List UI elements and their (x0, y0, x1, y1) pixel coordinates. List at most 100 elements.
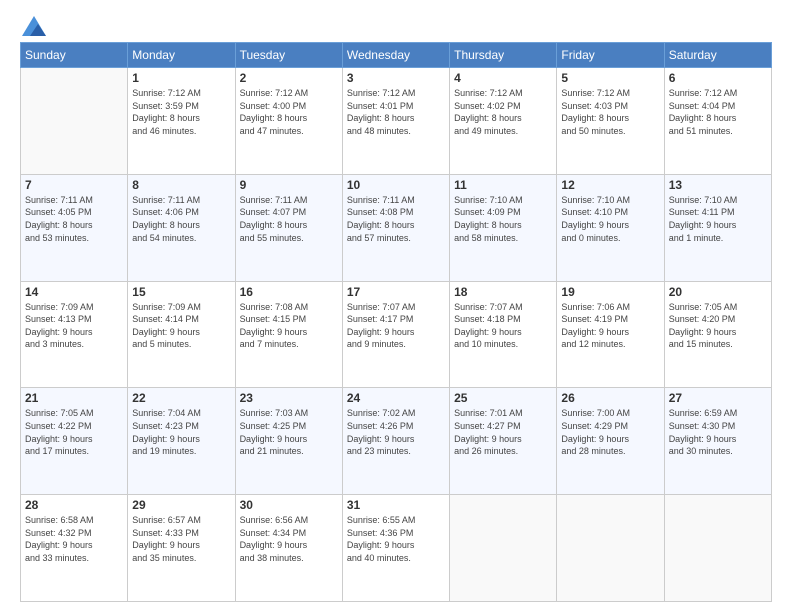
cell-day-number: 18 (454, 285, 552, 299)
calendar-week-4: 21 Sunrise: 7:05 AMSunset: 4:22 PMDayligh… (21, 388, 772, 495)
calendar-cell: 6 Sunrise: 7:12 AMSunset: 4:04 PMDaylight… (664, 68, 771, 175)
cell-info-text: Sunrise: 7:10 AMSunset: 4:10 PMDaylight:… (561, 194, 659, 244)
cell-info-text: Sunrise: 7:12 AMSunset: 4:04 PMDaylight:… (669, 87, 767, 137)
cell-info-text: Sunrise: 7:02 AMSunset: 4:26 PMDaylight:… (347, 407, 445, 457)
cell-day-number: 20 (669, 285, 767, 299)
calendar-cell: 2 Sunrise: 7:12 AMSunset: 4:00 PMDaylight… (235, 68, 342, 175)
cell-day-number: 22 (132, 391, 230, 405)
cell-day-number: 31 (347, 498, 445, 512)
calendar-cell: 15Sunrise: 7:09 AMSunset: 4:14 PMDayligh… (128, 281, 235, 388)
calendar-header-saturday: Saturday (664, 43, 771, 68)
cell-info-text: Sunrise: 7:10 AMSunset: 4:09 PMDaylight:… (454, 194, 552, 244)
cell-day-number: 28 (25, 498, 123, 512)
calendar-cell: 18Sunrise: 7:07 AMSunset: 4:18 PMDayligh… (450, 281, 557, 388)
cell-day-number: 7 (25, 178, 123, 192)
cell-day-number: 2 (240, 71, 338, 85)
cell-info-text: Sunrise: 6:59 AMSunset: 4:30 PMDaylight:… (669, 407, 767, 457)
calendar-cell (557, 495, 664, 602)
calendar-cell: 26 Sunrise: 7:00 AMSunset: 4:29 PMDayligh… (557, 388, 664, 495)
calendar-header-sunday: Sunday (21, 43, 128, 68)
cell-info-text: Sunrise: 7:10 AMSunset: 4:11 PMDaylight:… (669, 194, 767, 244)
calendar-header-monday: Monday (128, 43, 235, 68)
cell-day-number: 5 (561, 71, 659, 85)
calendar-week-3: 14 Sunrise: 7:09 AMSunset: 4:13 PMDayligh… (21, 281, 772, 388)
calendar-cell: 31 Sunrise: 6:55 AMSunset: 4:36 PMDayligh… (342, 495, 449, 602)
cell-day-number: 15 (132, 285, 230, 299)
cell-info-text: Sunrise: 6:55 AMSunset: 4:36 PMDaylight:… (347, 514, 445, 564)
calendar-cell: 14 Sunrise: 7:09 AMSunset: 4:13 PMDayligh… (21, 281, 128, 388)
calendar-cell (450, 495, 557, 602)
cell-info-text: Sunrise: 7:11 AMSunset: 4:08 PMDaylight:… (347, 194, 445, 244)
calendar-cell: 29 Sunrise: 6:57 AMSunset: 4:33 PMDayligh… (128, 495, 235, 602)
calendar-header-thursday: Thursday (450, 43, 557, 68)
cell-day-number: 3 (347, 71, 445, 85)
cell-day-number: 23 (240, 391, 338, 405)
cell-day-number: 26 (561, 391, 659, 405)
cell-info-text: Sunrise: 7:12 AMSunset: 4:01 PMDaylight:… (347, 87, 445, 137)
header (20, 16, 772, 32)
cell-day-number: 25 (454, 391, 552, 405)
calendar-cell: 25 Sunrise: 7:01 AMSunset: 4:27 PMDayligh… (450, 388, 557, 495)
cell-info-text: Sunrise: 7:08 AMSunset: 4:15 PMDaylight:… (240, 301, 338, 351)
calendar-cell: 28 Sunrise: 6:58 AMSunset: 4:32 PMDayligh… (21, 495, 128, 602)
calendar-week-2: 7 Sunrise: 7:11 AMSunset: 4:05 PMDaylight… (21, 174, 772, 281)
cell-info-text: Sunrise: 7:11 AMSunset: 4:07 PMDaylight:… (240, 194, 338, 244)
cell-info-text: Sunrise: 7:05 AMSunset: 4:20 PMDaylight:… (669, 301, 767, 351)
calendar-cell: 22 Sunrise: 7:04 AMSunset: 4:23 PMDayligh… (128, 388, 235, 495)
cell-info-text: Sunrise: 7:03 AMSunset: 4:25 PMDaylight:… (240, 407, 338, 457)
cell-day-number: 30 (240, 498, 338, 512)
cell-day-number: 6 (669, 71, 767, 85)
calendar-cell: 30 Sunrise: 6:56 AMSunset: 4:34 PMDayligh… (235, 495, 342, 602)
calendar-cell: 11 Sunrise: 7:10 AMSunset: 4:09 PMDayligh… (450, 174, 557, 281)
calendar-cell: 17Sunrise: 7:07 AMSunset: 4:17 PMDayligh… (342, 281, 449, 388)
cell-day-number: 10 (347, 178, 445, 192)
cell-day-number: 12 (561, 178, 659, 192)
cell-day-number: 27 (669, 391, 767, 405)
cell-info-text: Sunrise: 6:58 AMSunset: 4:32 PMDaylight:… (25, 514, 123, 564)
calendar-week-5: 28 Sunrise: 6:58 AMSunset: 4:32 PMDayligh… (21, 495, 772, 602)
calendar-cell: 5 Sunrise: 7:12 AMSunset: 4:03 PMDaylight… (557, 68, 664, 175)
cell-day-number: 14 (25, 285, 123, 299)
cell-day-number: 29 (132, 498, 230, 512)
calendar-cell: 24 Sunrise: 7:02 AMSunset: 4:26 PMDayligh… (342, 388, 449, 495)
calendar-body: 1 Sunrise: 7:12 AMSunset: 3:59 PMDaylight… (21, 68, 772, 602)
cell-day-number: 21 (25, 391, 123, 405)
cell-info-text: Sunrise: 7:05 AMSunset: 4:22 PMDaylight:… (25, 407, 123, 457)
cell-info-text: Sunrise: 7:12 AMSunset: 4:03 PMDaylight:… (561, 87, 659, 137)
cell-day-number: 13 (669, 178, 767, 192)
calendar-cell: 27 Sunrise: 6:59 AMSunset: 4:30 PMDayligh… (664, 388, 771, 495)
calendar-header-row: SundayMondayTuesdayWednesdayThursdayFrid… (21, 43, 772, 68)
calendar-header-friday: Friday (557, 43, 664, 68)
logo (20, 16, 46, 32)
calendar-cell: 12 Sunrise: 7:10 AMSunset: 4:10 PMDayligh… (557, 174, 664, 281)
cell-info-text: Sunrise: 6:57 AMSunset: 4:33 PMDaylight:… (132, 514, 230, 564)
calendar-header-wednesday: Wednesday (342, 43, 449, 68)
calendar-cell: 10 Sunrise: 7:11 AMSunset: 4:08 PMDayligh… (342, 174, 449, 281)
cell-info-text: Sunrise: 7:12 AMSunset: 3:59 PMDaylight:… (132, 87, 230, 137)
calendar-cell: 13 Sunrise: 7:10 AMSunset: 4:11 PMDayligh… (664, 174, 771, 281)
cell-day-number: 11 (454, 178, 552, 192)
calendar-cell: 23 Sunrise: 7:03 AMSunset: 4:25 PMDayligh… (235, 388, 342, 495)
calendar-cell (664, 495, 771, 602)
cell-info-text: Sunrise: 7:12 AMSunset: 4:00 PMDaylight:… (240, 87, 338, 137)
cell-day-number: 24 (347, 391, 445, 405)
calendar-cell (21, 68, 128, 175)
cell-info-text: Sunrise: 7:11 AMSunset: 4:06 PMDaylight:… (132, 194, 230, 244)
calendar-cell: 20 Sunrise: 7:05 AMSunset: 4:20 PMDayligh… (664, 281, 771, 388)
cell-info-text: Sunrise: 7:09 AMSunset: 4:13 PMDaylight:… (25, 301, 123, 351)
calendar-header-tuesday: Tuesday (235, 43, 342, 68)
cell-info-text: Sunrise: 7:11 AMSunset: 4:05 PMDaylight:… (25, 194, 123, 244)
calendar-table: SundayMondayTuesdayWednesdayThursdayFrid… (20, 42, 772, 602)
cell-day-number: 16 (240, 285, 338, 299)
calendar-cell: 4Sunrise: 7:12 AMSunset: 4:02 PMDaylight… (450, 68, 557, 175)
cell-day-number: 1 (132, 71, 230, 85)
calendar-cell: 8 Sunrise: 7:11 AMSunset: 4:06 PMDaylight… (128, 174, 235, 281)
cell-info-text: Sunrise: 7:00 AMSunset: 4:29 PMDaylight:… (561, 407, 659, 457)
calendar-cell: 21 Sunrise: 7:05 AMSunset: 4:22 PMDayligh… (21, 388, 128, 495)
cell-day-number: 8 (132, 178, 230, 192)
cell-info-text: Sunrise: 7:07 AMSunset: 4:17 PMDaylight:… (347, 301, 445, 351)
cell-info-text: Sunrise: 7:01 AMSunset: 4:27 PMDaylight:… (454, 407, 552, 457)
page: SundayMondayTuesdayWednesdayThursdayFrid… (0, 0, 792, 612)
cell-info-text: Sunrise: 6:56 AMSunset: 4:34 PMDaylight:… (240, 514, 338, 564)
cell-info-text: Sunrise: 7:04 AMSunset: 4:23 PMDaylight:… (132, 407, 230, 457)
